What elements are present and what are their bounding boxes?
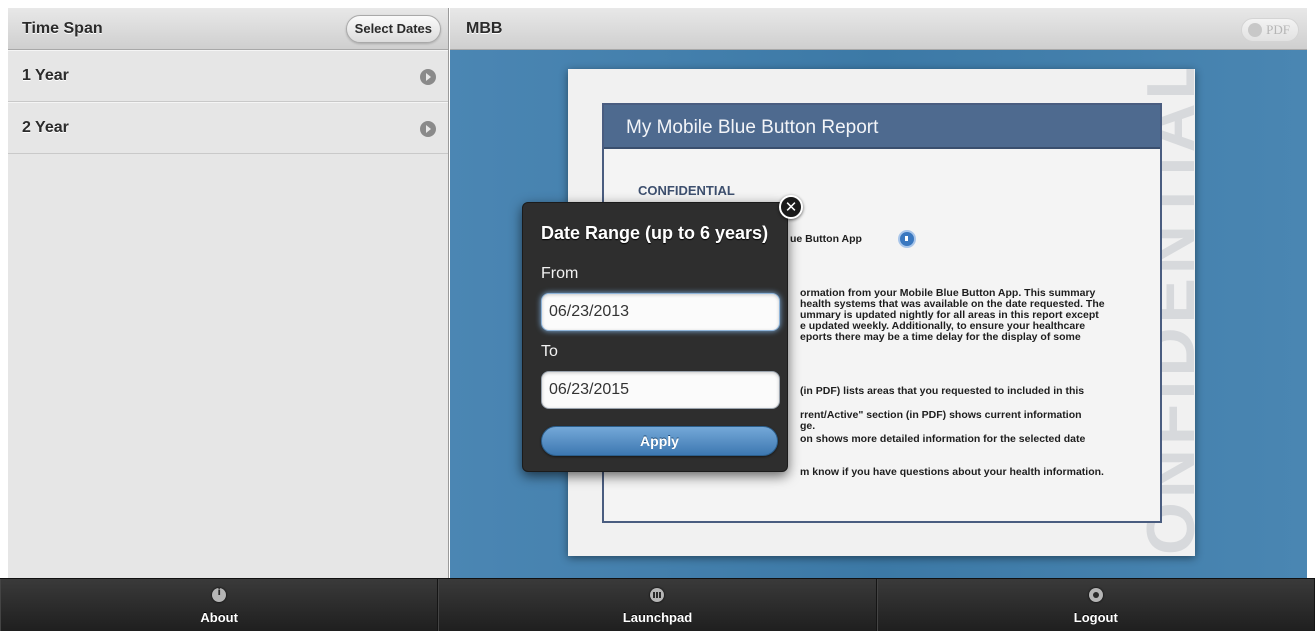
time-span-panel: Time Span Select Dates 1 Year 2 Year [8,8,449,578]
tab-about[interactable]: About [0,579,439,631]
select-dates-button[interactable]: Select Dates [345,15,441,43]
report-text-line: ue Button App [790,233,862,245]
report-text-line: eports there may be a time delay for the… [800,331,1081,343]
list-item-1-year[interactable]: 1 Year [8,50,448,102]
report-header: MBB PDF [450,8,1307,50]
time-span-title: Time Span [22,20,103,37]
from-date-input[interactable] [541,293,780,331]
footer-tab-bar: About Launchpad Logout [0,578,1315,631]
tab-label: About [200,610,238,625]
popup-title: Date Range (up to 6 years) [541,223,769,243]
tab-launchpad[interactable]: Launchpad [438,579,877,631]
apply-button[interactable]: Apply [541,426,778,456]
time-span-header: Time Span Select Dates [8,8,448,50]
pdf-button[interactable]: PDF [1241,18,1299,42]
confidential-label: CONFIDENTIAL [638,183,735,198]
to-date-input[interactable] [541,371,780,409]
pdf-icon [1248,23,1263,37]
list-item-label: 1 Year [22,67,69,84]
from-label: From [541,265,579,282]
list-item-label: 2 Year [22,119,69,136]
report-text-line: rrent/Active" section (in PDF) shows cur… [800,409,1082,421]
info-icon [212,587,227,602]
report-title: My Mobile Blue Button Report [626,117,879,138]
chevron-right-icon [420,69,436,85]
to-label: To [541,343,558,360]
close-icon[interactable]: ✕ [779,195,803,219]
tab-logout[interactable]: Logout [876,579,1315,631]
chevron-right-icon [420,121,436,137]
report-text-line: ge. [800,420,816,432]
list-item-2-year[interactable]: 2 Year [8,102,448,154]
tab-label: Logout [1073,610,1118,625]
report-text-line: on shows more detailed information for t… [800,433,1086,445]
date-range-popup: Date Range (up to 6 years) ✕ From To App… [522,195,803,472]
page-title: MBB [466,20,503,37]
report-text-line: m know if you have questions about your … [800,466,1104,478]
report-title-bar: My Mobile Blue Button Report [604,105,1160,149]
mobile-blue-button-app-icon [898,230,916,248]
grid-icon [650,588,665,602]
tab-label: Launchpad [622,610,693,625]
gear-icon [1088,588,1103,602]
report-text-line: (in PDF) lists areas that you requested … [800,385,1085,397]
pdf-button-label: PDF [1266,22,1290,37]
